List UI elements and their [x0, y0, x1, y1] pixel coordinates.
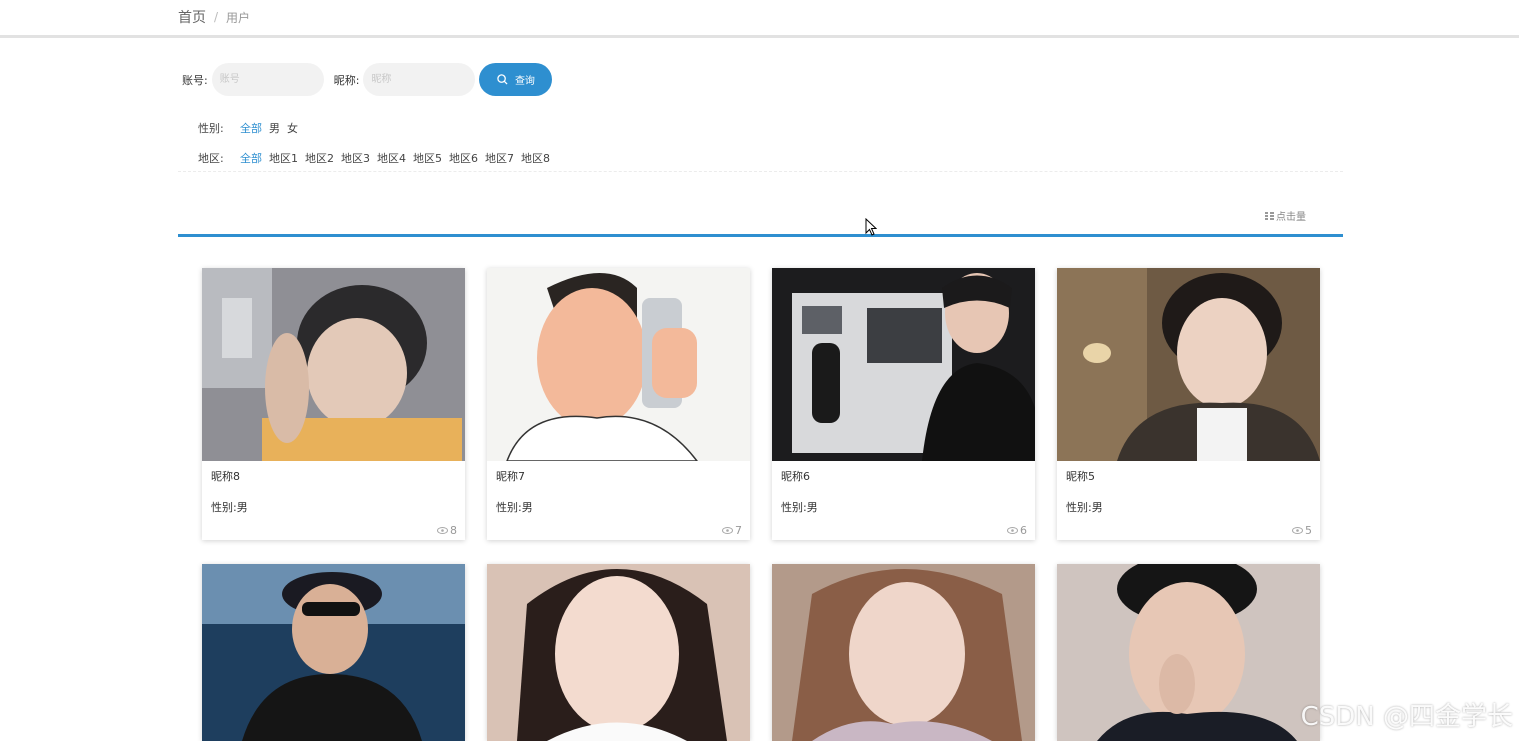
mouse-cursor-icon — [865, 218, 877, 236]
user-nickname: 昵称8 — [211, 470, 240, 483]
region-filter: 地区: 全部 地区1 地区2 地区3 地区4 地区5 地区6 地区7 地区8 — [198, 150, 557, 166]
user-card[interactable] — [1057, 564, 1320, 741]
user-gender: 性别:男 — [781, 501, 818, 514]
user-photo[interactable] — [487, 268, 750, 461]
user-nickname: 昵称6 — [781, 470, 810, 483]
breadcrumb: 首页 / 用户 — [178, 7, 250, 27]
sort-by-clicks[interactable]: 点击量 — [1265, 208, 1306, 223]
query-button[interactable]: 查询 — [479, 63, 553, 96]
region-option-6[interactable]: 地区6 — [449, 150, 478, 166]
gender-option-female[interactable]: 女 — [287, 120, 298, 136]
eye-icon — [437, 527, 448, 534]
user-gender: 性别:男 — [496, 501, 533, 514]
user-views-count: 7 — [735, 524, 742, 537]
gender-filter: 性别: 全部 男 女 — [198, 120, 305, 136]
breadcrumb-current: 用户 — [226, 10, 251, 25]
region-option-3[interactable]: 地区3 — [341, 150, 370, 166]
region-option-all[interactable]: 全部 — [240, 150, 262, 166]
sort-bar-underline — [178, 234, 1343, 237]
region-option-1[interactable]: 地区1 — [269, 150, 298, 166]
region-option-8[interactable]: 地区8 — [521, 150, 550, 166]
user-photo[interactable] — [487, 564, 750, 741]
sort-icon — [1265, 211, 1274, 220]
nickname-input[interactable] — [363, 63, 476, 96]
user-nickname: 昵称5 — [1066, 470, 1095, 483]
user-photo[interactable] — [1057, 564, 1320, 741]
user-gender: 性别:男 — [211, 501, 248, 514]
breadcrumb-home[interactable]: 首页 — [178, 7, 206, 27]
user-photo[interactable] — [772, 564, 1035, 741]
user-gender: 性别:男 — [1066, 501, 1103, 514]
user-card[interactable]: 昵称5 性别:男 5 — [1057, 268, 1320, 540]
user-photo[interactable] — [1057, 268, 1320, 461]
gender-option-male[interactable]: 男 — [269, 120, 280, 136]
region-option-4[interactable]: 地区4 — [377, 150, 406, 166]
region-option-5[interactable]: 地区5 — [413, 150, 442, 166]
user-views: 6 — [1007, 524, 1027, 537]
header-divider — [0, 35, 1519, 38]
user-card[interactable] — [487, 564, 750, 741]
sort-label: 点击量 — [1276, 212, 1306, 223]
user-views: 8 — [437, 524, 457, 537]
eye-icon — [722, 527, 733, 534]
watermark: CSDN @四金学长 — [1300, 702, 1513, 732]
user-photo[interactable] — [772, 268, 1035, 461]
user-nickname: 昵称7 — [496, 470, 525, 483]
eye-icon — [1007, 527, 1018, 534]
user-views: 7 — [722, 524, 742, 537]
user-card[interactable]: 昵称7 性别:男 7 — [487, 268, 750, 540]
search-bar: 账号: 昵称: 查询 — [182, 63, 553, 96]
user-card[interactable]: 昵称8 性别:男 8 — [202, 268, 465, 540]
nickname-label: 昵称: — [333, 73, 360, 87]
user-photo[interactable] — [202, 268, 465, 461]
user-card[interactable] — [772, 564, 1035, 741]
user-views-count: 6 — [1020, 524, 1027, 537]
account-label: 账号: — [182, 73, 208, 87]
gender-option-all[interactable]: 全部 — [240, 120, 262, 136]
breadcrumb-separator: / — [214, 10, 219, 24]
user-card[interactable]: 昵称6 性别:男 6 — [772, 268, 1035, 540]
gender-filter-label: 性别: — [198, 122, 224, 135]
eye-icon — [1292, 527, 1303, 534]
user-views-count: 5 — [1305, 524, 1312, 537]
user-photo[interactable] — [202, 564, 465, 741]
query-button-label: 查询 — [514, 76, 535, 87]
user-card[interactable] — [202, 564, 465, 741]
account-input[interactable] — [211, 63, 324, 96]
user-views: 5 — [1292, 524, 1312, 537]
user-views-count: 8 — [450, 524, 457, 537]
region-filter-label: 地区: — [198, 152, 224, 165]
filter-divider — [178, 171, 1343, 172]
region-option-7[interactable]: 地区7 — [485, 150, 514, 166]
search-icon — [497, 74, 508, 85]
region-option-2[interactable]: 地区2 — [305, 150, 334, 166]
